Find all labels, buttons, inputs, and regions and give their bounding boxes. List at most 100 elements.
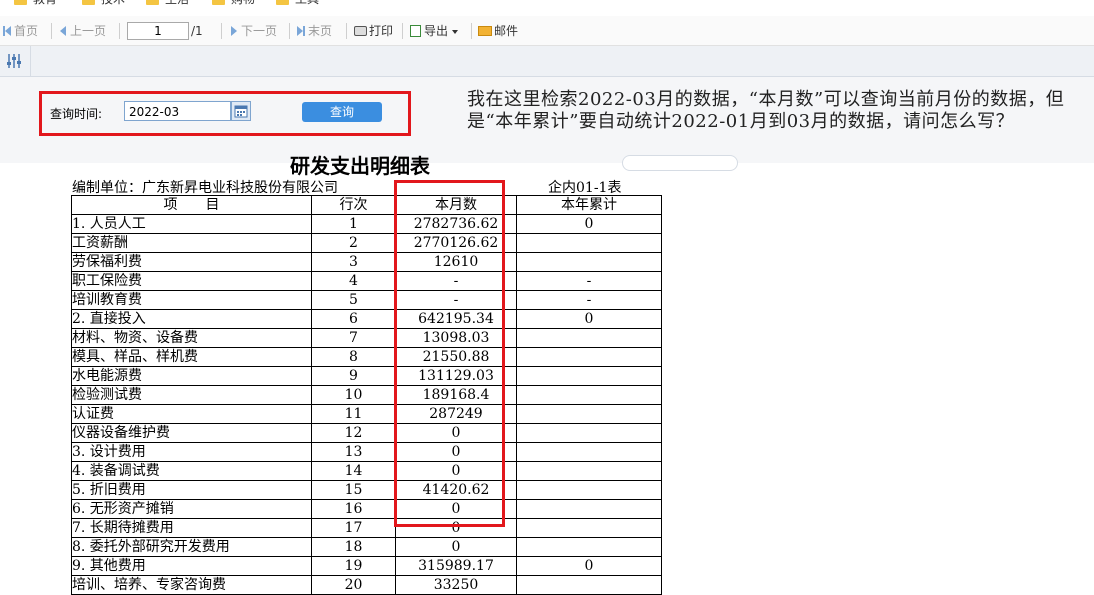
row-year-to-date	[516, 385, 662, 405]
report-title: 研发支出明细表	[290, 154, 430, 178]
bookmark-folder[interactable]: 购物	[212, 0, 255, 7]
parameter-toolbar	[0, 46, 1094, 77]
mail-button[interactable]: 邮件	[478, 24, 518, 38]
table-header-row: 项 目 行次 本月数 本年累计	[71, 195, 662, 215]
total-pages: /1	[191, 24, 203, 38]
next-page-button[interactable]: 下一页	[231, 24, 277, 38]
folder-icon	[14, 0, 27, 5]
table-row: 2. 直接投入 6 642195.34 0	[71, 309, 662, 329]
row-line-no: 7	[311, 328, 396, 348]
row-this-month: 0	[395, 537, 517, 557]
first-page-button[interactable]: 首页	[3, 24, 38, 38]
next-page-icon	[231, 26, 237, 36]
row-item: 劳保福利费	[71, 252, 312, 272]
folder-icon	[82, 0, 95, 5]
folder-icon	[146, 0, 159, 5]
row-line-no: 5	[311, 290, 396, 310]
row-line-no: 13	[311, 442, 396, 462]
toolbar-divider	[51, 23, 52, 39]
bookmark-folder[interactable]: 生活	[146, 0, 189, 7]
toolbar-divider	[119, 23, 120, 39]
row-item: 6. 无形资产摊销	[71, 499, 312, 519]
row-line-no: 10	[311, 385, 396, 405]
row-line-no: 9	[311, 366, 396, 386]
column-header-line-no: 行次	[311, 195, 396, 215]
row-line-no: 19	[311, 556, 396, 576]
row-item: 职工保险费	[71, 271, 312, 291]
row-this-month: 33250	[395, 575, 517, 595]
row-line-no: 1	[311, 214, 396, 234]
table-row: 模具、样品、样机费 8 21550.88	[71, 347, 662, 367]
row-item: 7. 长期待摊费用	[71, 518, 312, 538]
bookmark-folder[interactable]: 技术	[82, 0, 125, 7]
row-item: 水电能源费	[71, 366, 312, 386]
row-year-to-date: 0	[516, 309, 662, 329]
form-code: 企内01-1表	[548, 180, 622, 196]
row-item: 4. 装备调试费	[71, 461, 312, 481]
settings-sliders-icon[interactable]	[6, 53, 22, 69]
table-row: 水电能源费 9 131129.03	[71, 366, 662, 386]
row-line-no: 18	[311, 537, 396, 557]
row-line-no: 12	[311, 423, 396, 443]
bookmark-folder[interactable]: 教育	[14, 0, 57, 7]
collapse-handle[interactable]	[622, 155, 738, 171]
row-item: 检验测试费	[71, 385, 312, 405]
query-highlight-box	[39, 91, 411, 136]
table-row: 职工保险费 4- -	[71, 271, 662, 291]
toolbar-divider	[30, 46, 31, 76]
row-year-to-date: -	[516, 271, 662, 291]
row-year-to-date	[516, 537, 662, 557]
table-row: 检验测试费 10 189168.4	[71, 385, 662, 405]
prev-page-icon	[60, 26, 66, 36]
row-year-to-date	[516, 252, 662, 272]
row-year-to-date	[516, 366, 662, 386]
table-row: 7. 长期待摊费用 17 0	[71, 518, 662, 538]
row-year-to-date	[516, 233, 662, 253]
report-table: 项 目 行次 本月数 本年累计 1. 人员人工 1 2782736.62 0 工资薪酬 2…	[71, 195, 662, 595]
reporting-unit: 编制单位：广东新昇电业科技股份有限公司	[72, 180, 338, 196]
row-year-to-date: 0	[516, 556, 662, 576]
last-page-button[interactable]: 末页	[297, 24, 332, 38]
row-item: 2. 直接投入	[71, 309, 312, 329]
row-this-month: 315989.17	[395, 556, 517, 576]
row-year-to-date: 0	[516, 214, 662, 234]
row-item: 材料、物资、设备费	[71, 328, 312, 348]
row-item: 培训教育费	[71, 290, 312, 310]
toolbar-divider	[289, 23, 290, 39]
report-toolbar: 首页 上一页 /1 下一页 末页 打印 导出 邮件	[0, 16, 1094, 46]
table-row: 培训、培养、专家咨询费 20 33250	[71, 575, 662, 595]
row-year-to-date	[516, 499, 662, 519]
table-row: 8. 委托外部研究开发费用 18 0	[71, 537, 662, 557]
row-line-no: 15	[311, 480, 396, 500]
bookmark-folder[interactable]: 工具	[276, 0, 319, 7]
folder-icon	[212, 0, 225, 5]
export-icon	[410, 25, 421, 37]
table-row: 仪器设备维护费 12 0	[71, 423, 662, 443]
printer-icon	[354, 26, 367, 36]
toolbar-divider	[221, 23, 222, 39]
row-year-to-date: -	[516, 290, 662, 310]
row-item: 5. 折旧费用	[71, 480, 312, 500]
row-line-no: 14	[311, 461, 396, 481]
table-row: 1. 人员人工 1 2782736.62 0	[71, 214, 662, 234]
export-button[interactable]: 导出	[410, 24, 459, 38]
toolbar-divider	[346, 23, 347, 39]
page-number-input[interactable]	[127, 22, 189, 40]
print-button[interactable]: 打印	[354, 24, 393, 38]
row-year-to-date	[516, 423, 662, 443]
row-item: 工资薪酬	[71, 233, 312, 253]
row-year-to-date	[516, 347, 662, 367]
table-row: 4. 装备调试费 14 0	[71, 461, 662, 481]
toolbar-divider	[402, 23, 403, 39]
row-item: 3. 设计费用	[71, 442, 312, 462]
row-line-no: 16	[311, 499, 396, 519]
row-year-to-date	[516, 328, 662, 348]
column-header-year-to-date: 本年累计	[516, 195, 662, 215]
row-year-to-date	[516, 442, 662, 462]
question-text: 我在这里检索2022-03月的数据，“本月数”可以查询当前月份的数据，但是“本年…	[467, 89, 1065, 132]
row-item: 1. 人员人工	[71, 214, 312, 234]
table-row: 5. 折旧费用 15 41420.62	[71, 480, 662, 500]
prev-page-button[interactable]: 上一页	[60, 24, 106, 38]
folder-icon	[276, 0, 289, 5]
row-item: 模具、样品、样机费	[71, 347, 312, 367]
